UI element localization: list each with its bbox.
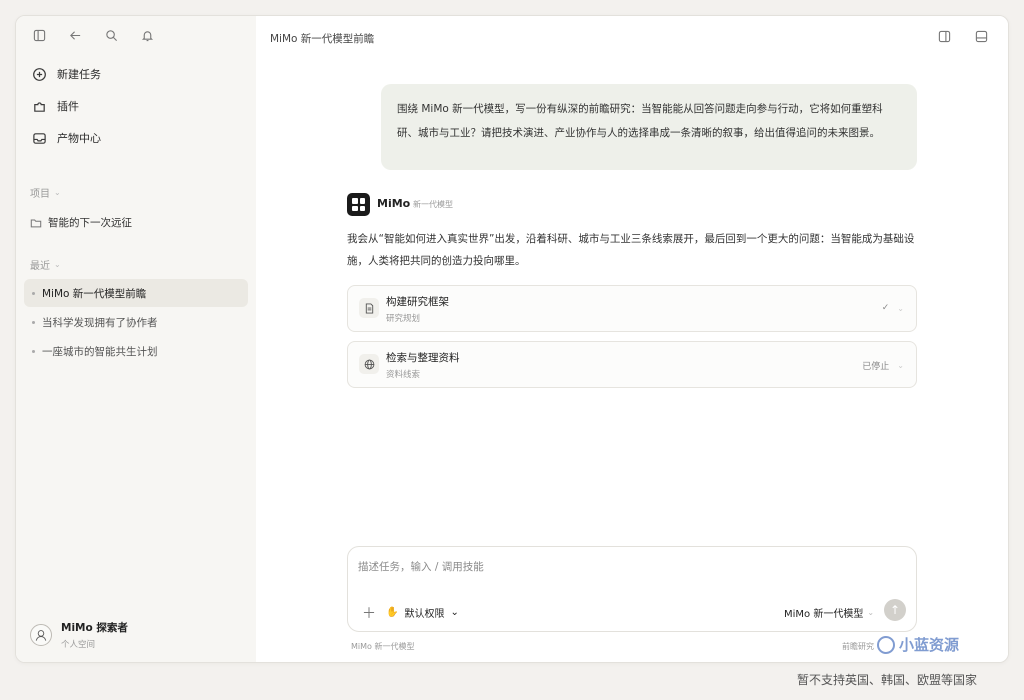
sidebar: 新建任务 插件 产物中心 项目 ⌄ 智能的下一次远征 最近 ⌄ MiMo 新一代…: [16, 16, 256, 662]
watermark-text: 小蓝资源: [899, 636, 960, 654]
recent-item-label: 当科学发现拥有了协作者: [42, 316, 158, 329]
permission-label: 默认权限: [404, 609, 445, 620]
hand-icon: ✋: [386, 607, 399, 618]
step-card[interactable]: 检索与整理资料 资料线索 已停止 ⌄: [347, 341, 917, 388]
sidebar-toolbar: [32, 28, 154, 42]
recent-section-title[interactable]: 最近 ⌄: [30, 257, 61, 272]
user-subtitle: 个人空间: [61, 640, 96, 650]
project-item-label: 智能的下一次远征: [48, 217, 132, 229]
chevron-down-icon: ⌄: [450, 607, 459, 618]
nav-plugins-label: 插件: [57, 100, 79, 113]
step-subtitle: 研究规划: [386, 314, 421, 324]
projects-section-title[interactable]: 项目 ⌄: [30, 185, 61, 200]
send-button[interactable]: ↑: [884, 599, 906, 621]
globe-icon: [359, 354, 379, 374]
step-status: ✓ ⌄: [882, 303, 904, 313]
assistant-model-tag: 新一代模型: [413, 200, 453, 209]
watermark-logo-icon: [877, 635, 895, 654]
recent-item-label: 一座城市的智能共生计划: [42, 345, 158, 358]
chevron-down-icon: ⌄: [54, 260, 61, 269]
bullet-dot: [32, 291, 35, 295]
model-label: MiMo 新一代模型: [784, 609, 864, 620]
chevron-down-icon[interactable]: ⌄: [897, 304, 904, 313]
folder-icon: [30, 217, 42, 229]
user-name: MiMo 探索者: [61, 622, 128, 634]
avatar: [30, 624, 52, 646]
inbox-icon: [32, 131, 47, 146]
user-message-bubble: 围绕 MiMo 新一代模型，写一份有纵深的前瞻研究：当智能能从回答问题走向参与行…: [381, 84, 917, 170]
model-selector[interactable]: MiMo 新一代模型 ⌄: [784, 605, 874, 620]
recent-title: 最近: [30, 261, 50, 272]
footer-model-label: MiMo 新一代模型: [351, 642, 415, 651]
projects-title: 项目: [30, 189, 50, 200]
bullet-dot: [32, 320, 35, 324]
assistant-name: MiMo: [377, 197, 411, 210]
recent-item-label: MiMo 新一代模型前瞻: [42, 287, 147, 300]
step-title: 检索与整理资料: [386, 352, 460, 364]
chevron-down-icon: ⌄: [54, 188, 61, 197]
back-arrow-icon[interactable]: [68, 28, 82, 42]
recent-item[interactable]: 当科学发现拥有了协作者: [24, 308, 248, 336]
recent-item-active[interactable]: MiMo 新一代模型前瞻: [24, 279, 248, 307]
footer-mode-label: 前瞻研究: [842, 642, 874, 651]
panel-right-icon[interactable]: [938, 30, 951, 43]
step-title: 构建研究框架: [386, 296, 449, 308]
recent-item[interactable]: 一座城市的智能共生计划: [24, 337, 248, 365]
plugin-icon: [32, 99, 47, 114]
top-right-toolbar: [938, 30, 988, 43]
page-title: MiMo 新一代模型前瞻: [270, 33, 375, 45]
nav-new-task-label: 新建任务: [57, 68, 101, 81]
permission-selector[interactable]: ✋ 默认权限 ⌄: [386, 605, 459, 620]
app-window: 新建任务 插件 产物中心 项目 ⌄ 智能的下一次远征 最近 ⌄ MiMo 新一代…: [15, 15, 1009, 663]
document-icon: [359, 298, 379, 318]
stopped-status: 已停止: [862, 362, 890, 372]
user-profile[interactable]: MiMo 探索者 个人空间: [30, 620, 128, 650]
arrow-up-icon: ↑: [889, 603, 901, 617]
nav-plugins[interactable]: 插件: [32, 98, 79, 114]
add-attachment-button[interactable]: ＋: [362, 603, 376, 623]
step-subtitle: 资料线索: [386, 370, 421, 380]
step-card[interactable]: 构建研究框架 研究规划 ✓ ⌄: [347, 285, 917, 332]
caption: 暂不支持英国、韩国、欧盟等国家: [797, 673, 978, 687]
task-input[interactable]: [358, 557, 898, 577]
watermark: 小蓝资源: [877, 634, 959, 655]
nav-artifacts-label: 产物中心: [57, 132, 101, 145]
nav-new-task[interactable]: 新建任务: [32, 66, 101, 82]
bell-icon[interactable]: [140, 28, 154, 42]
composer: ＋ ✋ 默认权限 ⌄ MiMo 新一代模型 ⌄ ↑: [347, 546, 917, 632]
main-panel: MiMo 新一代模型前瞻 围绕 MiMo 新一代模型，写一份有纵深的前瞻研究：当…: [256, 16, 1008, 662]
project-item[interactable]: 智能的下一次远征: [30, 215, 132, 230]
check-icon: ✓: [881, 303, 890, 313]
bullet-dot: [32, 349, 35, 353]
nav-artifacts[interactable]: 产物中心: [32, 130, 101, 146]
new-task-icon: [32, 67, 47, 82]
chevron-down-icon: ⌄: [867, 608, 875, 617]
search-icon[interactable]: [104, 28, 118, 42]
mimo-logo: [347, 193, 370, 216]
assistant-reply: 我会从“智能如何进入真实世界”出发，沿着科研、城市与工业三条线索展开，最后回到一…: [347, 233, 915, 267]
sidebar-toggle-icon[interactable]: [32, 28, 46, 42]
step-status: 已停止 ⌄: [862, 359, 904, 372]
chevron-down-icon[interactable]: ⌄: [897, 361, 904, 370]
panel-bottom-icon[interactable]: [975, 30, 988, 43]
